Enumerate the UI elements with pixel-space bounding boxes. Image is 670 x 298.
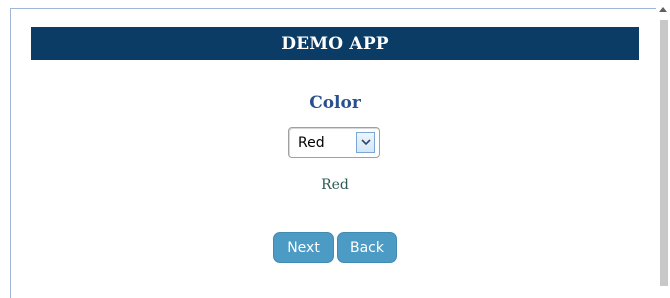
scroll-up-arrow-icon[interactable] <box>658 4 668 14</box>
selected-color-text: Red <box>321 177 349 193</box>
chevron-down-icon[interactable] <box>356 132 375 153</box>
color-select-value[interactable]: Red <box>289 135 356 151</box>
vertical-scrollbar[interactable] <box>656 0 670 286</box>
app-header: DEMO APP <box>31 27 639 60</box>
app-title: DEMO APP <box>281 33 389 54</box>
next-button[interactable]: Next <box>273 232 334 263</box>
scrollbar-thumb[interactable] <box>660 20 668 286</box>
color-label: Color <box>309 93 361 113</box>
back-button[interactable]: Back <box>337 232 397 263</box>
color-select[interactable]: Red <box>288 127 380 158</box>
back-button-label: Back <box>350 239 384 256</box>
next-button-label: Next <box>287 239 320 256</box>
